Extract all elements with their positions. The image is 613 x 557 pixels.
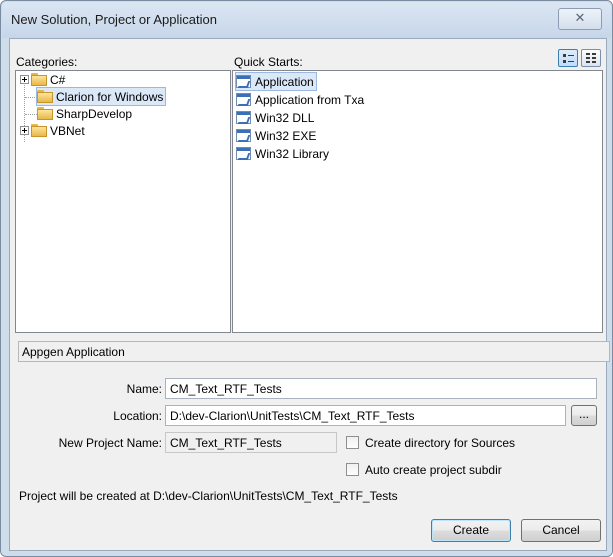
application-icon xyxy=(236,93,251,106)
dialog-body: Categories: C# Clarion for Windows Sharp… xyxy=(9,38,610,551)
project-name-input[interactable]: CM_Text_RTF_Tests xyxy=(165,432,337,453)
categories-tree[interactable]: C# Clarion for Windows SharpDevelop VBNe… xyxy=(15,70,231,333)
tree-item-label: SharpDevelop xyxy=(56,106,133,121)
quick-start-item-win32-library[interactable]: Win32 Library xyxy=(236,145,329,162)
title-bar[interactable]: New Solution, Project or Application ✕ xyxy=(2,2,611,38)
project-name-label: New Project Name: xyxy=(58,436,162,450)
close-button[interactable]: ✕ xyxy=(558,8,602,30)
name-input[interactable]: CM_Text_RTF_Tests xyxy=(165,378,597,399)
quick-starts-label: Quick Starts: xyxy=(234,55,303,69)
name-label: Name: xyxy=(126,382,162,396)
dialog-window: New Solution, Project or Application ✕ C… xyxy=(0,0,613,557)
quick-start-label: Application xyxy=(255,74,314,89)
quick-start-label: Win32 EXE xyxy=(255,128,317,143)
description-bar: Appgen Application xyxy=(18,341,610,362)
project-location-summary: Project will be created at D:\dev-Clario… xyxy=(19,489,398,503)
quick-start-label: Win32 DLL xyxy=(255,110,315,125)
folder-icon xyxy=(31,73,47,86)
tree-item-csharp[interactable]: C# xyxy=(20,71,65,88)
categories-label: Categories: xyxy=(16,55,78,69)
quick-start-label: Application from Txa xyxy=(255,92,365,107)
quick-start-item-win32-exe[interactable]: Win32 EXE xyxy=(236,127,316,144)
location-input[interactable]: D:\dev-Clarion\UnitTests\CM_Text_RTF_Tes… xyxy=(165,405,566,426)
create-button[interactable]: Create xyxy=(431,519,511,542)
description-text: Appgen Application xyxy=(22,345,125,359)
auto-create-subdir-label[interactable]: Auto create project subdir xyxy=(365,463,502,477)
quick-start-item-application-from-txa[interactable]: Application from Txa xyxy=(236,91,364,108)
tree-connector xyxy=(25,97,37,99)
create-directory-label[interactable]: Create directory for Sources xyxy=(365,436,515,450)
open-folder-icon xyxy=(37,90,53,103)
quick-starts-list[interactable]: Application Application from Txa Win32 D… xyxy=(232,70,603,333)
application-icon xyxy=(236,111,251,124)
large-icons-view-button[interactable] xyxy=(558,49,578,67)
cancel-button[interactable]: Cancel xyxy=(521,519,601,542)
browse-location-button[interactable]: ... xyxy=(571,405,597,426)
folder-icon xyxy=(31,124,47,137)
create-directory-checkbox[interactable] xyxy=(346,436,359,449)
expand-icon[interactable] xyxy=(20,75,29,84)
tree-item-clarion-for-windows[interactable]: Clarion for Windows xyxy=(35,87,167,106)
tree-item-label: Clarion for Windows xyxy=(56,89,164,104)
tree-item-label: C# xyxy=(50,72,66,87)
list-view-button[interactable] xyxy=(581,49,601,67)
expand-icon[interactable] xyxy=(20,126,29,135)
auto-create-subdir-checkbox[interactable] xyxy=(346,463,359,476)
close-icon: ✕ xyxy=(574,10,586,25)
tree-item-sharpdevelop[interactable]: SharpDevelop xyxy=(37,105,132,122)
tree-item-label: VBNet xyxy=(50,123,85,138)
application-icon xyxy=(236,129,251,142)
application-icon xyxy=(236,75,251,88)
quick-start-item-win32-dll[interactable]: Win32 DLL xyxy=(236,109,314,126)
folder-icon xyxy=(37,107,53,120)
location-label: Location: xyxy=(113,409,162,423)
tree-connector xyxy=(25,114,37,116)
tree-item-vbnet[interactable]: VBNet xyxy=(20,122,85,139)
quick-start-label: Win32 Library xyxy=(255,146,330,161)
application-icon xyxy=(236,147,251,160)
quick-start-item-application[interactable]: Application xyxy=(235,72,317,91)
window-title: New Solution, Project or Application xyxy=(11,12,217,27)
